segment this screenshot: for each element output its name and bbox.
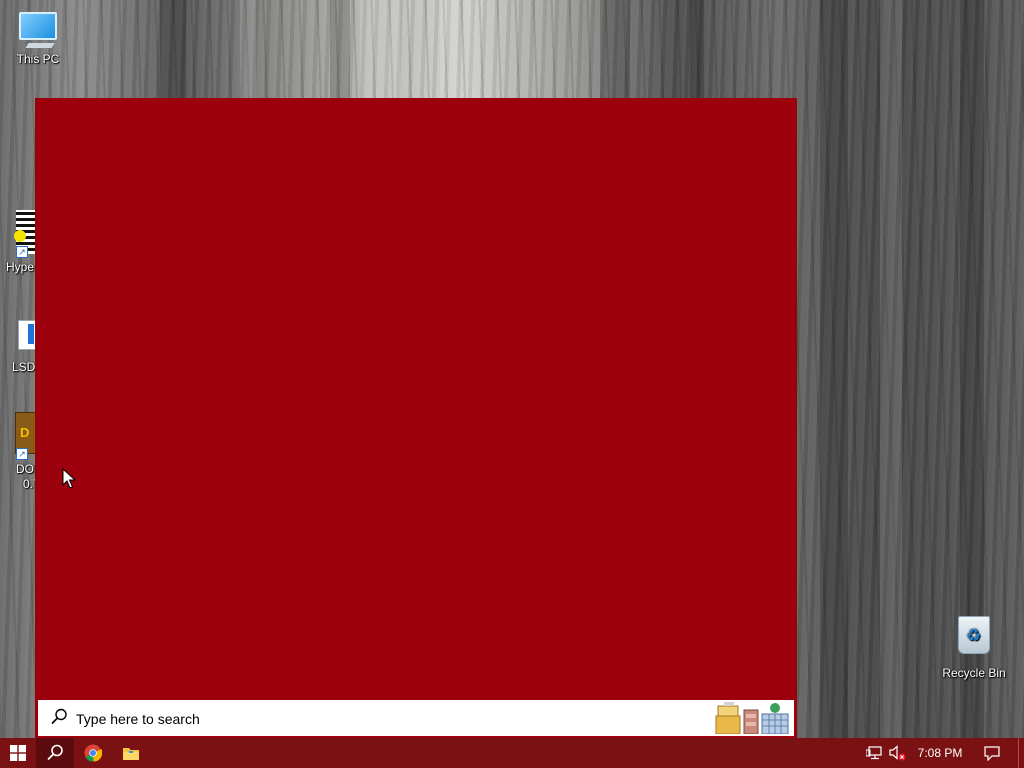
- desktop-icon-hyper[interactable]: ↗ Hype: [4, 210, 35, 280]
- desktop-icon-dos[interactable]: D ↗ DOS 0.7: [10, 412, 35, 494]
- taskbar-search-button[interactable]: [36, 738, 74, 768]
- this-pc-icon: [19, 12, 57, 40]
- search-box[interactable]: Type here to search: [38, 700, 794, 736]
- desktop-icon-this-pc[interactable]: This PC: [0, 12, 76, 66]
- search-icon: [47, 744, 63, 761]
- taskbar-chrome[interactable]: [74, 738, 112, 768]
- action-center-icon: [984, 745, 1000, 761]
- start-button[interactable]: [0, 738, 36, 768]
- desktop-icon-label: DOS: [16, 462, 35, 476]
- taskbar: 7:08 PM: [0, 738, 1024, 768]
- recycle-bin-icon: [958, 616, 990, 654]
- search-icon: [51, 708, 67, 725]
- desktop-icon-label: Recycle Bin: [942, 666, 1006, 680]
- volume-muted-icon: [889, 745, 906, 761]
- desktop-icon-label: LSD.: [12, 360, 35, 374]
- search-placeholder: Type here to search: [76, 711, 200, 727]
- mouse-cursor: [62, 468, 76, 489]
- windows-start-icon: [10, 745, 26, 761]
- tray-network[interactable]: [862, 738, 886, 768]
- tray-clock[interactable]: 7:08 PM: [912, 738, 968, 768]
- search-panel: Type here to search: [35, 98, 797, 738]
- show-desktop-button[interactable]: [1018, 738, 1019, 768]
- desktop-icon-label: This PC: [16, 52, 60, 66]
- chrome-icon: [84, 744, 102, 762]
- tray-volume[interactable]: [886, 738, 908, 768]
- desktop-icon-label-line2: 0.7: [23, 477, 35, 491]
- desktop-icon-lsd[interactable]: LSD.: [10, 318, 35, 378]
- taskbar-file-explorer[interactable]: [112, 738, 150, 768]
- file-explorer-icon: [123, 748, 139, 760]
- lsd-app-icon: [18, 320, 35, 350]
- file-cabinets-illustration: [715, 702, 789, 734]
- network-icon: [866, 746, 882, 760]
- desktop-icon-label: Hype: [6, 260, 35, 274]
- action-center-button[interactable]: [978, 738, 1006, 768]
- desktop-icon-recycle-bin[interactable]: Recycle Bin: [936, 616, 1012, 680]
